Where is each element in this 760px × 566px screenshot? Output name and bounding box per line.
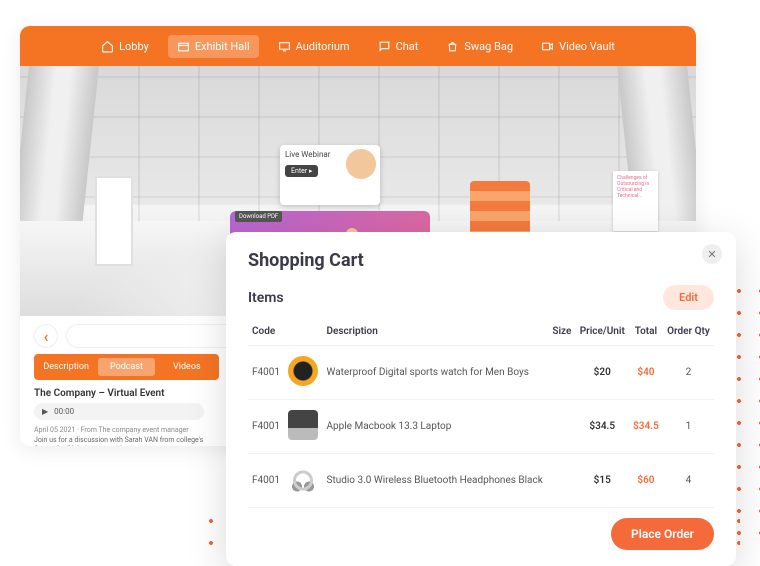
presenter-avatar xyxy=(346,149,376,179)
audio-time: 00:00 xyxy=(54,407,74,416)
top-nav: Lobby Exhibit Hall Auditorium Chat Swag … xyxy=(20,26,696,66)
nav-exhibit-hall[interactable]: Exhibit Hall xyxy=(168,35,259,58)
col-total: Total xyxy=(629,318,663,346)
nav-label: Swag Bag xyxy=(464,40,513,53)
cart-table: Code Description Size Price/Unit Total O… xyxy=(248,318,714,508)
cell-thumb xyxy=(284,346,322,400)
download-badge[interactable]: Download PDF xyxy=(235,211,282,222)
cell-code: F4001 xyxy=(248,346,284,400)
col-size: Size xyxy=(548,318,575,346)
nav-chat[interactable]: Chat xyxy=(369,35,428,58)
cell-code: F4001 xyxy=(248,454,284,508)
col-qty: Order Qty xyxy=(663,318,714,346)
play-icon[interactable]: ▶ xyxy=(42,407,48,416)
col-code: Code xyxy=(248,318,284,346)
nav-label: Video Vault xyxy=(559,40,615,53)
cell-total: $60 xyxy=(629,454,663,508)
poster[interactable]: Challenges of Outsourcing in Critical an… xyxy=(613,171,658,231)
cell-price: $20 xyxy=(576,346,629,400)
place-order-button[interactable]: Place Order xyxy=(611,518,714,550)
cell-size xyxy=(548,454,575,508)
close-button[interactable]: ✕ xyxy=(702,244,722,264)
back-button[interactable]: ‹ xyxy=(34,324,58,348)
cell-qty[interactable]: 2 xyxy=(663,346,714,400)
cell-description: Studio 3.0 Wireless Bluetooth Headphones… xyxy=(323,454,549,508)
cell-thumb xyxy=(284,400,322,454)
bag-icon xyxy=(446,40,459,53)
nav-video-vault[interactable]: Video Vault xyxy=(532,35,624,58)
cell-thumb xyxy=(284,454,322,508)
pillar xyxy=(20,66,99,236)
tab-podcast[interactable]: Podcast xyxy=(98,358,154,376)
edit-button[interactable]: Edit xyxy=(663,285,714,310)
nav-label: Exhibit Hall xyxy=(195,40,250,53)
cell-total: $34.5 xyxy=(629,400,663,454)
col-price: Price/Unit xyxy=(576,318,629,346)
cell-price: $34.5 xyxy=(576,400,629,454)
enter-button[interactable]: Enter ▸ xyxy=(285,165,318,177)
table-row: F4001 Apple Macbook 13.3 Laptop $34.5$34.5… xyxy=(248,400,714,454)
product-thumb xyxy=(288,410,318,440)
shopping-cart-modal: ✕ Shopping Cart Items Edit Code Descript… xyxy=(226,232,736,566)
cell-price: $15 xyxy=(576,454,629,508)
home-icon xyxy=(101,40,114,53)
booth-tv[interactable]: Live Webinar Enter ▸ xyxy=(280,145,380,205)
product-thumb xyxy=(288,356,318,386)
nav-label: Lobby xyxy=(119,40,149,53)
tab-description[interactable]: Description xyxy=(38,358,94,376)
standing-banner xyxy=(95,176,133,266)
article-description: Join us for a discussion with Sarah VAN … xyxy=(34,436,214,446)
table-row: F4001 Waterproof Digital sports watch for… xyxy=(248,346,714,400)
nav-label: Auditorium xyxy=(296,40,350,53)
tv-label: Live Webinar xyxy=(285,150,330,159)
screen-icon xyxy=(278,40,291,53)
video-icon xyxy=(541,40,554,53)
product-thumb xyxy=(288,464,318,494)
booth-icon xyxy=(177,40,190,53)
cell-code: F4001 xyxy=(248,400,284,454)
col-thumb xyxy=(284,318,322,346)
cell-total: $40 xyxy=(629,346,663,400)
nav-auditorium[interactable]: Auditorium xyxy=(269,35,359,58)
cell-size xyxy=(548,346,575,400)
nav-swag-bag[interactable]: Swag Bag xyxy=(437,35,522,58)
tab-videos[interactable]: Videos xyxy=(159,358,215,376)
table-row: F4001 Studio 3.0 Wireless Bluetooth Headp… xyxy=(248,454,714,508)
content-tabs: Description Podcast Videos xyxy=(34,354,219,380)
cell-description: Waterproof Digital sports watch for Men … xyxy=(323,346,549,400)
cell-size xyxy=(548,400,575,454)
audio-player[interactable]: ▶ 00:00 xyxy=(34,403,204,420)
cell-qty[interactable]: 4 xyxy=(663,454,714,508)
cell-description: Apple Macbook 13.3 Laptop xyxy=(323,400,549,454)
chat-icon xyxy=(378,40,391,53)
items-label: Items xyxy=(248,290,284,306)
nav-label: Chat xyxy=(396,40,419,53)
col-description: Description xyxy=(323,318,549,346)
cart-title: Shopping Cart xyxy=(248,250,714,271)
nav-lobby[interactable]: Lobby xyxy=(92,35,158,58)
cell-qty[interactable]: 1 xyxy=(663,400,714,454)
